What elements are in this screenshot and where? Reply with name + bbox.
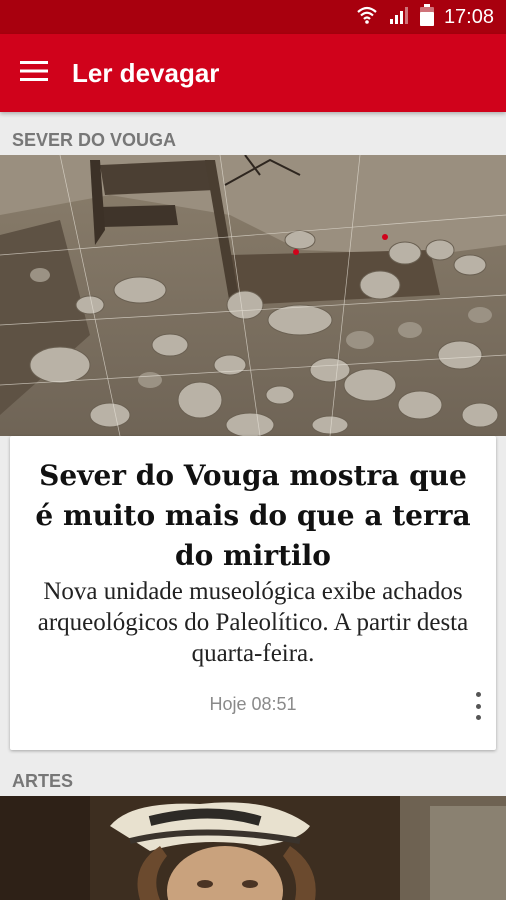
status-time: 17:08 (443, 5, 494, 28)
more-vert-icon-dot (475, 715, 481, 720)
more-options-button[interactable] (468, 692, 488, 720)
menu-button[interactable] (0, 34, 68, 112)
signal-icon (388, 5, 410, 30)
more-vert-icon-dot (475, 703, 481, 709)
article-title[interactable]: Sever do Vouga mostra que é muito mais d… (30, 456, 476, 576)
status-bar: 17:08 (0, 0, 506, 34)
hamburger-menu-icon (20, 60, 48, 87)
section-label-artes[interactable]: ARTES (12, 771, 73, 792)
article-card[interactable]: Sever do Vouga mostra que é muito mais d… (10, 436, 496, 750)
article-summary: Nova unidade museológica exibe achados a… (37, 578, 469, 667)
more-vert-icon-dot (475, 692, 481, 697)
article-timestamp: Hoje 08:51 (209, 694, 297, 714)
wifi-icon (356, 5, 378, 30)
battery-icon (419, 3, 434, 31)
article-image-artes[interactable] (0, 796, 506, 900)
article-image[interactable] (0, 155, 506, 436)
section-label-sever-do-vouga[interactable]: SEVER DO VOUGA (12, 130, 176, 151)
app-title: Ler devagar (72, 57, 220, 88)
app-bar: Ler devagar (0, 34, 506, 112)
